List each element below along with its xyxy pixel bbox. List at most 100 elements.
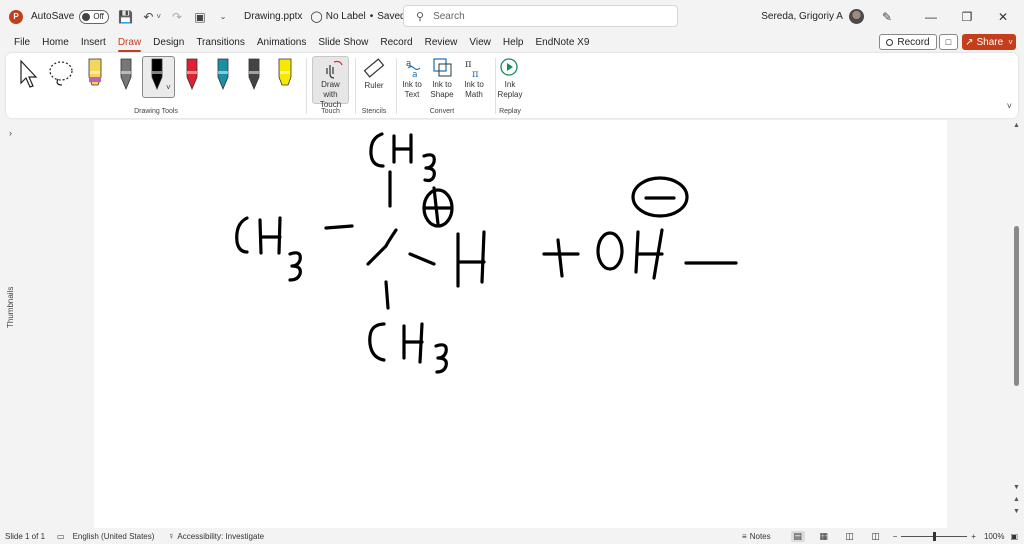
customize-toolbar-icon[interactable]: ⌄ [216, 12, 230, 21]
pen-6-icon[interactable] [245, 57, 263, 93]
tab-endnote[interactable]: EndNote X9 [529, 33, 595, 52]
zoom-slider[interactable] [901, 532, 968, 541]
ink-to-text-label[interactable]: Ink to Text [397, 80, 427, 100]
accessibility-icon[interactable]: ☿ [168, 532, 174, 541]
ink-carbon-center[interactable] [366, 228, 398, 266]
ink-replay-icon[interactable] [498, 56, 520, 78]
tab-home[interactable]: Home [36, 33, 75, 52]
ink-to-math-label[interactable]: Ink to Math [457, 80, 491, 100]
tab-slide-show[interactable]: Slide Show [312, 33, 374, 52]
scroll-up-icon[interactable]: ▲ [1013, 122, 1020, 129]
tab-review[interactable]: Review [419, 33, 464, 52]
undo-icon[interactable]: ↶ [141, 10, 155, 24]
search-box[interactable]: ⚲ Search [403, 5, 678, 27]
scroll-thumb[interactable] [1014, 226, 1019, 386]
ink-replay-label[interactable]: Ink Replay [496, 80, 524, 100]
redo-icon[interactable]: ↷ [170, 10, 184, 24]
zoom-slider-thumb[interactable] [933, 532, 937, 541]
zoom-in-icon[interactable]: + [971, 532, 976, 541]
restore-icon[interactable]: ❐ [952, 10, 982, 24]
thumbnails-label[interactable]: Thumbnails [6, 268, 15, 328]
start-from-beginning-icon[interactable]: ▣ [193, 10, 207, 24]
previous-slide-icon[interactable]: ▲ [1013, 496, 1020, 503]
slide-canvas[interactable] [94, 120, 947, 528]
tab-animations[interactable]: Animations [251, 33, 312, 52]
notes-icon[interactable]: ≡ [742, 532, 747, 541]
sensitivity-label[interactable]: No Label [326, 11, 366, 22]
ink-bottom-ch3[interactable] [368, 322, 448, 374]
share-dropdown-icon[interactable]: ˅ [1008, 38, 1013, 47]
language-status[interactable]: English (United States) [73, 532, 155, 541]
share-button[interactable]: ↗ Share ˅ [962, 34, 1016, 50]
normal-view-icon[interactable]: ▤ [790, 531, 805, 542]
tab-file[interactable]: File [8, 33, 36, 52]
autosave-toggle[interactable]: Off [79, 9, 110, 24]
group-separator [355, 58, 356, 114]
ink-to-shape-label[interactable]: Ink to Shape [427, 80, 457, 100]
user-avatar[interactable] [848, 9, 864, 24]
ink-bond-right[interactable] [408, 252, 436, 266]
designer-pen-icon[interactable]: ✎ [882, 10, 892, 24]
user-name[interactable]: Sereda, Grigoriy A [761, 11, 843, 22]
draw-with-touch-label: Draw with Touch [319, 80, 342, 109]
ink-drawing[interactable] [94, 120, 947, 528]
pen-options-dropdown-icon[interactable]: ˅ [166, 83, 171, 92]
fit-to-window-icon[interactable]: ▣ [1010, 532, 1018, 541]
sensitivity-shield-icon: ◯ [310, 11, 323, 23]
zoom-level[interactable]: 100% [984, 532, 1004, 541]
ink-to-math-icon[interactable]: π π [461, 56, 485, 78]
autosave-state: Off [93, 12, 104, 21]
notes-button[interactable]: Notes [750, 532, 771, 541]
pen-2-icon[interactable] [117, 57, 135, 93]
document-filename[interactable]: Drawing.pptx [244, 11, 302, 22]
spelling-icon[interactable]: ▭ [57, 532, 65, 541]
ink-plus-charge[interactable] [422, 186, 454, 228]
ruler-icon[interactable] [363, 57, 385, 79]
ruler-label[interactable]: Ruler [358, 81, 390, 91]
ink-top-ch3[interactable] [369, 132, 436, 183]
ink-minus-charge[interactable] [631, 176, 689, 218]
slide-sorter-icon[interactable]: ▦ [817, 531, 831, 542]
group-label-convert: Convert [429, 108, 455, 115]
ink-plus-sign[interactable] [542, 238, 580, 278]
slideshow-view-icon[interactable]: ◫ [869, 531, 883, 542]
collapse-ribbon-icon[interactable]: ˅ [1007, 101, 1012, 111]
pen-7-icon[interactable] [276, 57, 294, 93]
ink-to-text-icon[interactable]: a a [402, 56, 424, 78]
zoom-out-icon[interactable]: − [893, 532, 898, 541]
vertical-scrollbar[interactable]: ▲ ▼ ▲ ▼ [1013, 122, 1021, 522]
ink-left-ch3[interactable] [235, 216, 302, 282]
comments-button[interactable]: □ [939, 34, 958, 50]
undo-dropdown-icon[interactable]: ˅ [156, 12, 161, 21]
lasso-select-icon[interactable] [46, 59, 76, 89]
expand-thumbnails-icon[interactable]: › [9, 128, 12, 138]
ink-bond-left[interactable] [324, 224, 354, 230]
scroll-down-icon[interactable]: ▼ [1013, 484, 1020, 491]
pen-5-icon[interactable] [214, 57, 232, 93]
pen-3-icon[interactable] [148, 57, 166, 93]
ink-oh[interactable] [596, 228, 664, 280]
minimize-icon[interactable]: — [916, 10, 946, 24]
slide-counter[interactable]: Slide 1 of 1 [5, 532, 45, 541]
tab-help[interactable]: Help [497, 33, 530, 52]
draw-with-touch-button[interactable]: Draw with Touch [312, 56, 349, 109]
save-icon[interactable]: 💾 [118, 10, 133, 24]
reading-view-icon[interactable]: ◫ [843, 531, 857, 542]
pen-1-icon[interactable] [86, 57, 104, 93]
select-arrow-icon[interactable] [16, 59, 40, 89]
tab-draw[interactable]: Draw [112, 33, 147, 52]
toggle-knob [82, 12, 91, 21]
record-button[interactable]: Record [879, 34, 937, 50]
tab-transitions[interactable]: Transitions [190, 33, 251, 52]
next-slide-icon[interactable]: ▼ [1013, 508, 1020, 515]
ink-bond-bottom[interactable] [384, 280, 390, 310]
close-icon[interactable]: ✕ [988, 10, 1018, 24]
tab-insert[interactable]: Insert [75, 33, 112, 52]
ink-to-shape-icon[interactable] [431, 56, 453, 78]
tab-design[interactable]: Design [147, 33, 190, 52]
ink-h-atom[interactable] [456, 230, 486, 288]
tab-record[interactable]: Record [374, 33, 418, 52]
pen-4-icon[interactable] [183, 57, 201, 93]
accessibility-status[interactable]: Accessibility: Investigate [177, 532, 264, 541]
tab-view[interactable]: View [463, 33, 497, 52]
